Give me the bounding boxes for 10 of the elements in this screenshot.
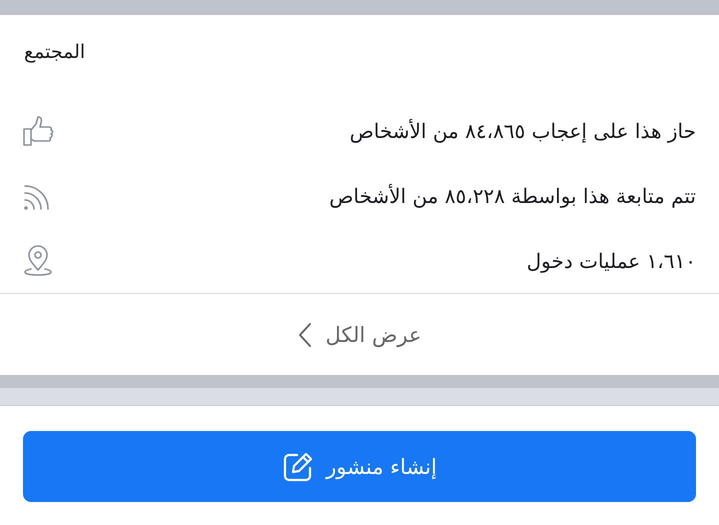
create-post-button[interactable]: إنشاء منشور xyxy=(23,431,696,502)
stat-text: ١،٦١٠ عمليات دخول xyxy=(526,248,696,272)
see-all-link[interactable]: عرض الكل xyxy=(298,322,422,348)
map-pin-icon xyxy=(22,244,54,276)
stat-text: حاز هذا على إعجاب ٨٤،٨٦٥ من الأشخاص xyxy=(350,118,696,142)
stat-text: تتم متابعة هذا بواسطة ٨٥،٢٢٨ من الأشخاص xyxy=(329,184,696,208)
section-title: المجتمع xyxy=(24,41,86,65)
thumbs-up-icon xyxy=(22,114,54,146)
chevron-icon xyxy=(298,322,312,348)
edit-icon xyxy=(282,450,314,482)
